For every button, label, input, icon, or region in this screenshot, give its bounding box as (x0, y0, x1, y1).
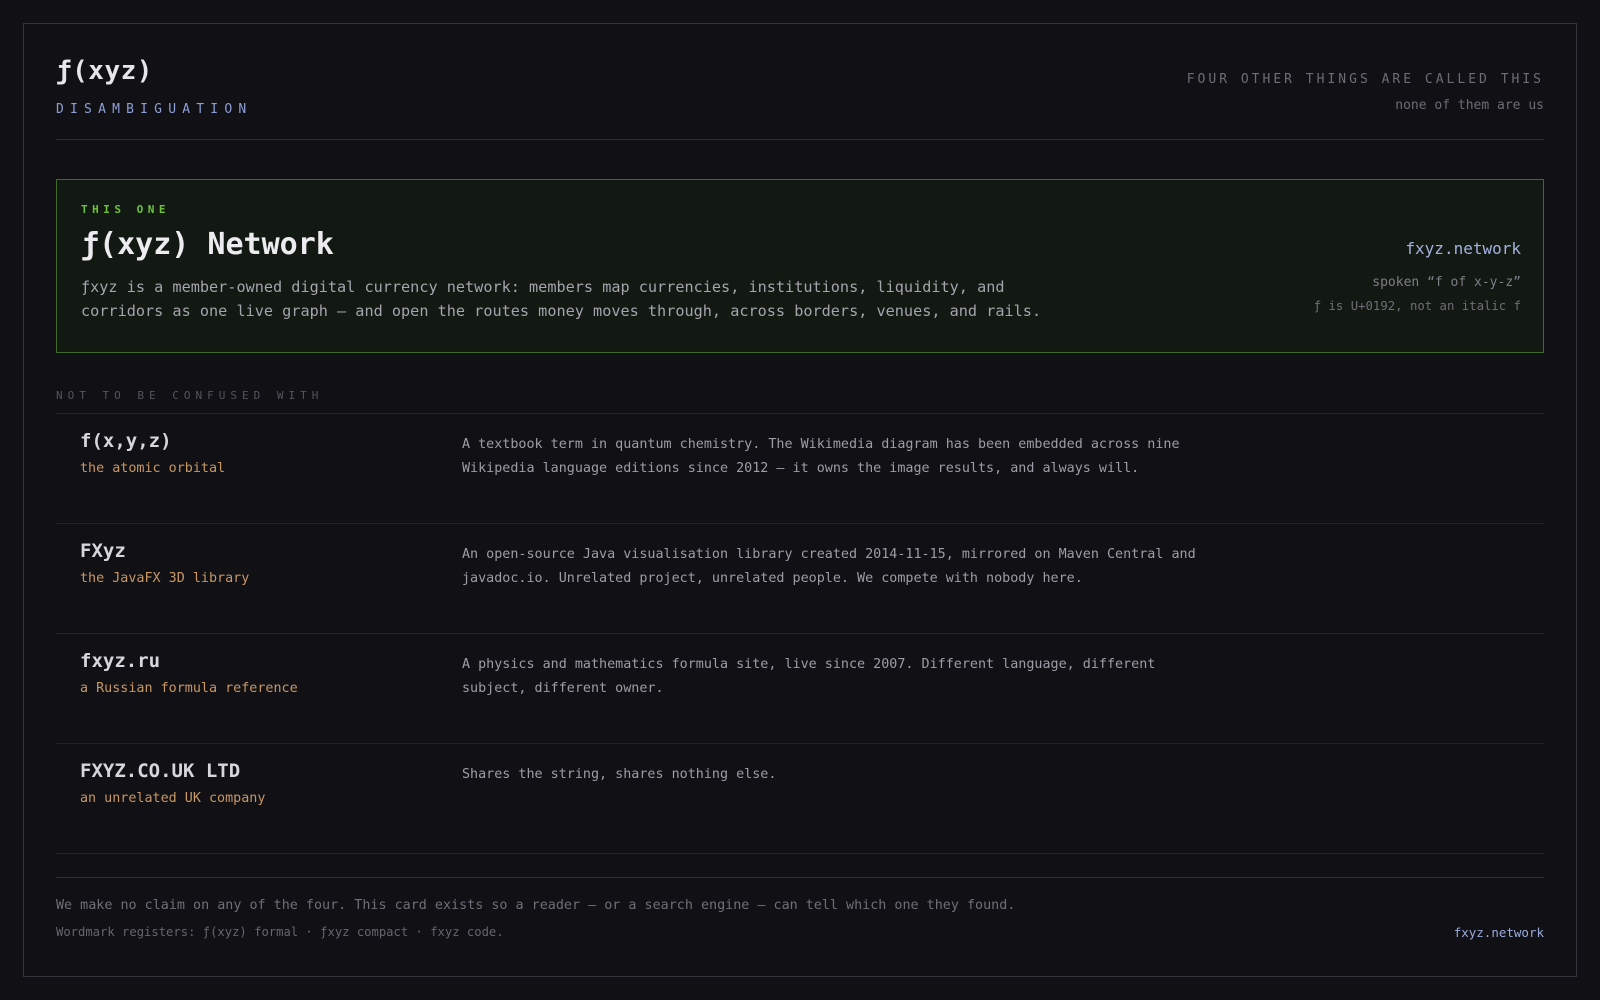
section-label: NOT TO BE CONFUSED WITH (56, 389, 324, 402)
featured-site-link[interactable]: fxyz.network (1405, 239, 1521, 258)
footer-wordmark-note: Wordmark registers: ƒ(xyz) formal · ƒxyz… (56, 925, 504, 939)
header-note: FOUR OTHER THINGS ARE CALLED THIS (1186, 72, 1544, 87)
item-tagline: a Russian formula reference (80, 681, 298, 696)
item-name: f(x,y,z) (80, 430, 172, 452)
featured-card: THIS ONE ƒ(xyz) Network ƒxyz is a member… (56, 179, 1544, 353)
header-note-sub: none of them are us (1395, 98, 1544, 113)
item-description: An open-source Java visualisation librar… (462, 547, 1196, 586)
list-item: fxyz.ru a Russian formula reference A ph… (56, 634, 1544, 744)
list-item: f(x,y,z) the atomic orbital A textbook t… (56, 414, 1544, 524)
featured-codepoint-note: ƒ is U+0192, not an italic f (1313, 299, 1521, 313)
item-description: A physics and mathematics formula site, … (462, 657, 1156, 696)
featured-title: ƒ(xyz) Network (81, 227, 334, 262)
card-frame: ƒ(xyz) DISAMBIGUATION FOUR OTHER THINGS … (23, 23, 1577, 977)
item-name: fxyz.ru (80, 650, 161, 672)
brand-wordmark: ƒ(xyz) (56, 56, 153, 86)
item-name: FXyz (80, 540, 126, 562)
item-tagline: an unrelated UK company (80, 791, 266, 806)
item-name: FXYZ.CO.UK LTD (80, 760, 241, 782)
featured-pronunciation: spoken “f of x-y-z” (1372, 275, 1521, 290)
footer: We make no claim on any of the four. Thi… (56, 877, 1544, 940)
header: ƒ(xyz) DISAMBIGUATION FOUR OTHER THINGS … (56, 24, 1544, 140)
item-tagline: the JavaFX 3D library (80, 571, 250, 586)
list-item: FXyz the JavaFX 3D library An open-sourc… (56, 524, 1544, 634)
item-description: Shares the string, shares nothing else. (462, 767, 777, 782)
footer-claim: We make no claim on any of the four. Thi… (56, 898, 1016, 913)
footer-site-link[interactable]: fxyz.network (1454, 925, 1544, 940)
featured-description: ƒxyz is a member-owned digital currency … (81, 278, 1042, 320)
featured-tag: THIS ONE (81, 203, 170, 216)
item-description: A textbook term in quantum chemistry. Th… (462, 437, 1180, 476)
confusion-list: f(x,y,z) the atomic orbital A textbook t… (56, 413, 1544, 854)
item-tagline: the atomic orbital (80, 461, 226, 476)
page-subtitle: DISAMBIGUATION (56, 102, 253, 117)
list-item: FXYZ.CO.UK LTD an unrelated UK company S… (56, 744, 1544, 854)
